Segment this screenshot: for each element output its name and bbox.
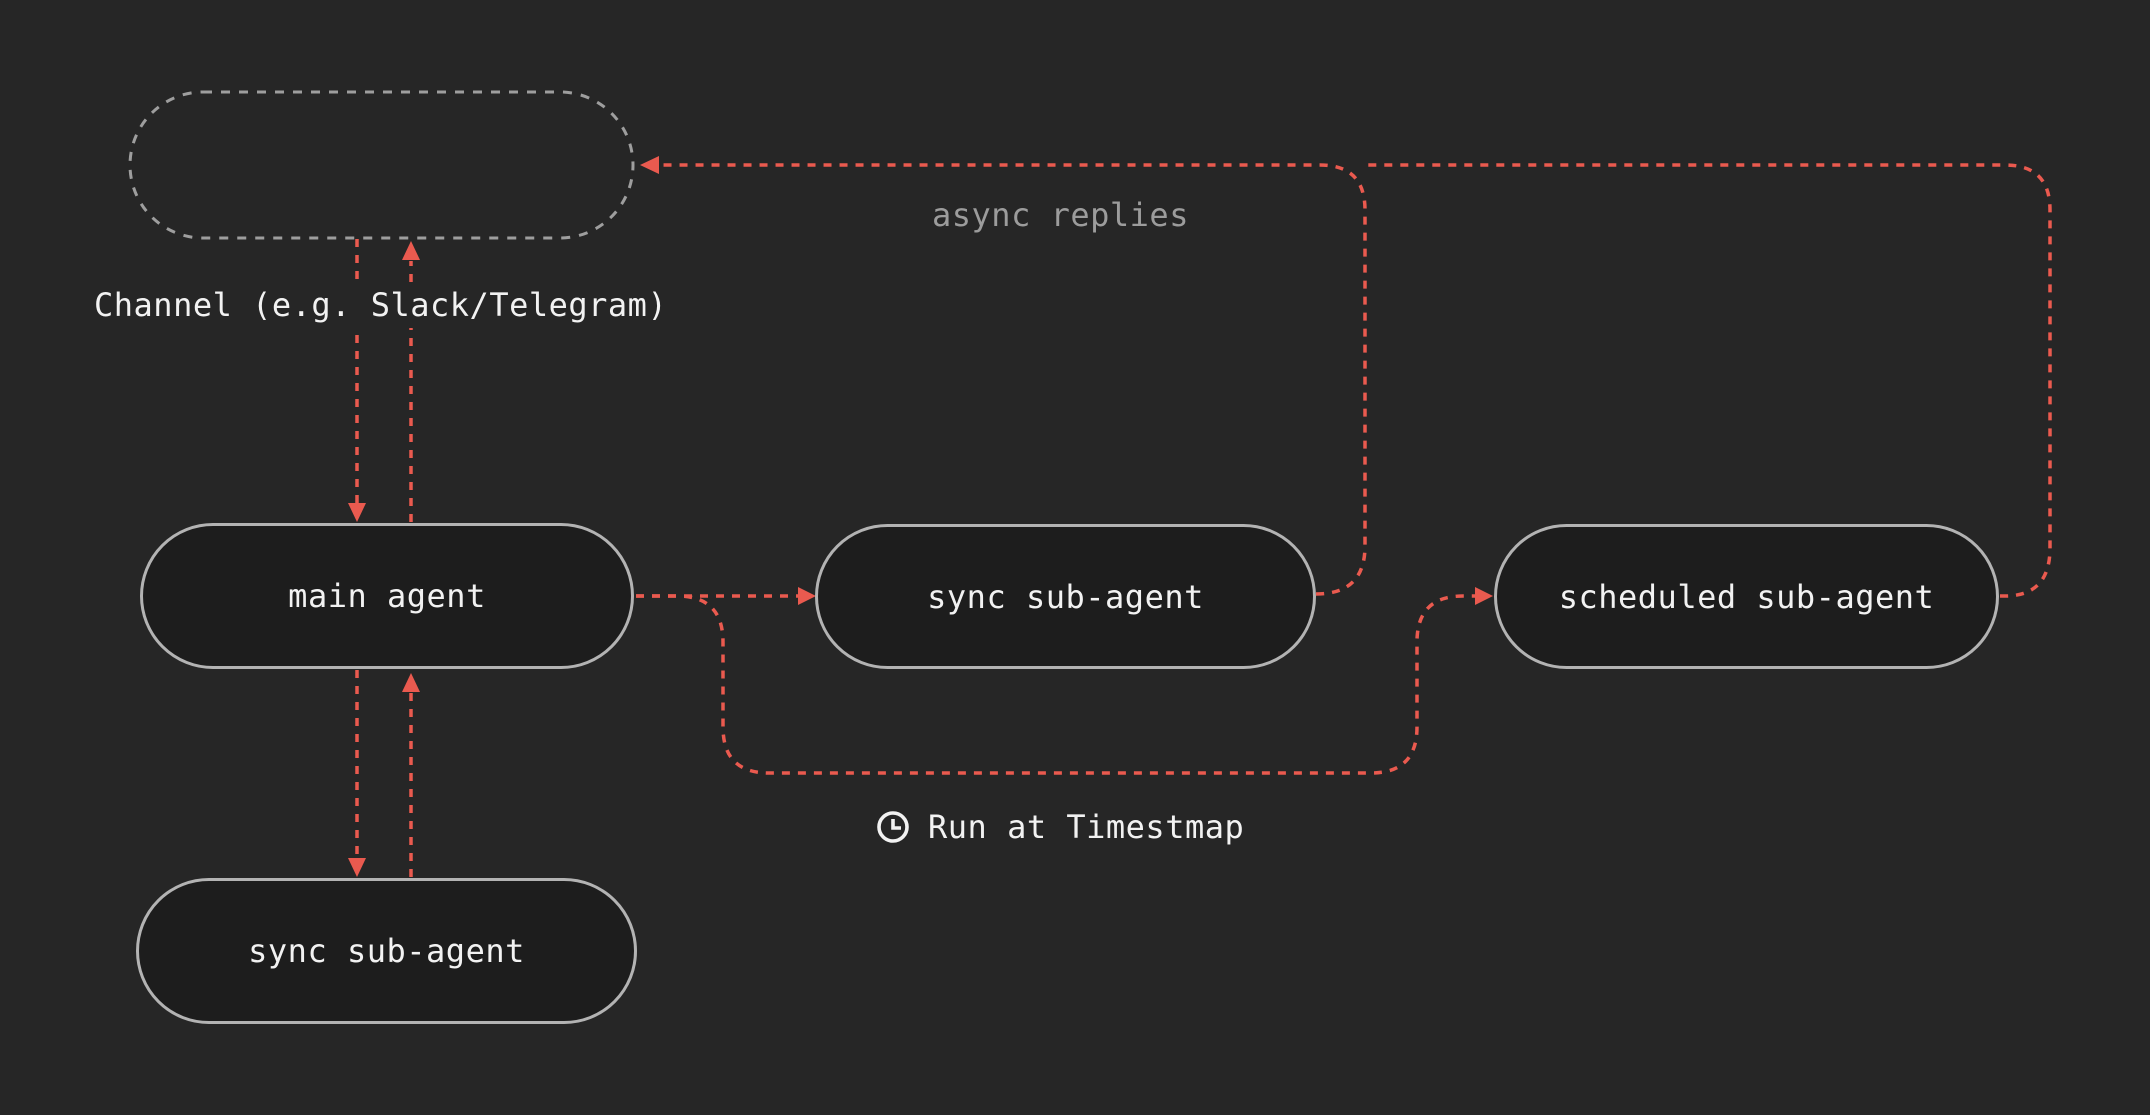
clock-icon [876,810,910,844]
arrowhead-into-channel-right [640,156,659,174]
arrowhead-into-main-bottom [402,673,420,692]
node-sync-sub-agent-bottom: sync sub-agent [136,878,637,1024]
channel-caption: Channel (e.g. Slack/Telegram) [88,282,673,328]
async-replies-caption: async replies [932,196,1189,234]
arrowhead-into-channel-bottom [402,241,420,260]
node-scheduled-sub-agent-label: scheduled sub-agent [1559,578,1935,616]
arrowhead-into-bottom-sync-top [348,858,366,877]
run-at-timestamp-caption: Run at Timestmap [876,808,1244,846]
node-main-agent: main agent [140,523,634,669]
run-at-timestamp-label: Run at Timestmap [928,808,1244,846]
node-sync-sub-agent-mid-label: sync sub-agent [927,578,1204,616]
node-sync-sub-agent-mid: sync sub-agent [815,524,1316,669]
arrowhead-into-main-top [348,503,366,522]
diagram-canvas: main agent sync sub-agent scheduled sub-… [0,0,2150,1115]
arrowhead-into-mid-sync-left [798,587,816,605]
node-scheduled-sub-agent: scheduled sub-agent [1494,524,1999,669]
arrowhead-into-scheduled-left [1475,587,1493,605]
node-main-agent-label: main agent [288,577,486,615]
node-channel [130,92,633,238]
node-sync-sub-agent-bottom-label: sync sub-agent [248,932,525,970]
